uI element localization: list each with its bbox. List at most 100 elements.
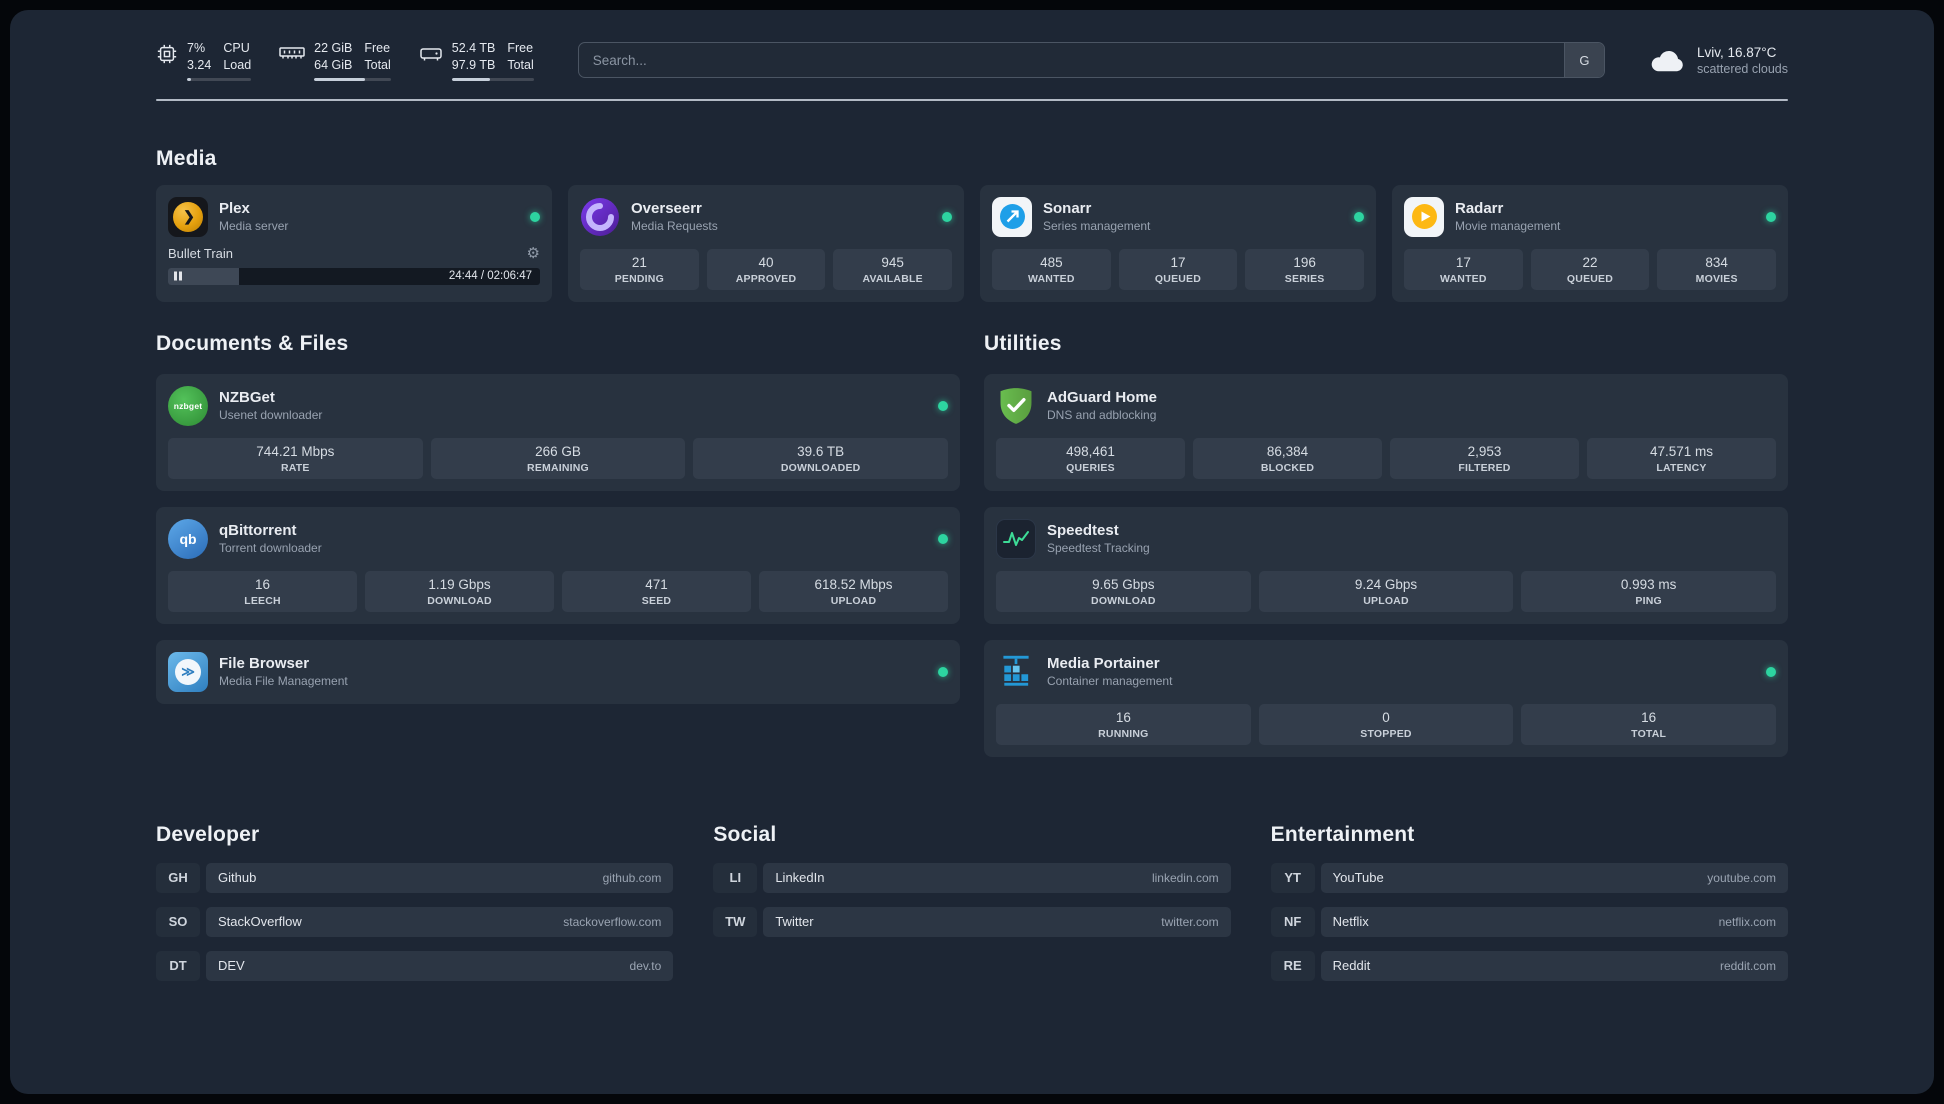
stat-value: 1.19 Gbps — [428, 576, 491, 592]
service-card-radarr[interactable]: Radarr Movie management 17 WANTED 22 QUE… — [1392, 184, 1788, 302]
cpu-label: CPU — [223, 41, 250, 55]
bookmark-dev[interactable]: DT DEV dev.to — [156, 950, 674, 981]
stat-tile: 498,461 QUERIES — [996, 437, 1185, 479]
bookmark-bar: DEV dev.to — [206, 950, 674, 981]
stat-tile: 16 LEECH — [168, 570, 357, 612]
pause-icon[interactable] — [174, 271, 182, 281]
disk-widget: 52.4 TB 97.9 TB Free Total — [419, 40, 534, 81]
memory-free: 22 GiB — [314, 41, 353, 55]
bookmark-bar: Github github.com — [206, 862, 674, 893]
stat-label: QUEUED — [1154, 272, 1202, 285]
service-card-filebrowser[interactable]: ≫ File Browser Media File Management — [156, 639, 960, 704]
now-playing-title: Bullet Train — [168, 245, 234, 261]
stat-tile: 16 RUNNING — [996, 703, 1251, 745]
portainer-stats: 16 RUNNING 0 STOPPED 16 TOTAL — [996, 703, 1776, 745]
disk-total-label: Total — [507, 57, 534, 72]
bookmark-stackoverflow[interactable]: SO StackOverflow stackoverflow.com — [156, 906, 674, 937]
stat-tile: 17 WANTED — [1404, 248, 1523, 290]
portainer-header: Media Portainer Container management — [996, 652, 1776, 692]
service-card-qbittorrent[interactable]: qb qBittorrent Torrent downloader 16 LEE… — [156, 506, 960, 624]
stat-label: DOWNLOAD — [427, 594, 492, 607]
bookmark-abbr: YT — [1270, 862, 1315, 893]
cloud-icon — [1649, 47, 1685, 73]
bookmark-domain: netflix.com — [1718, 914, 1776, 929]
bookmarks-developer: Developer GH Github github.com SO StackO… — [156, 822, 674, 981]
bookmark-bar: YouTube youtube.com — [1320, 862, 1788, 893]
stat-label: DOWNLOADED — [780, 461, 861, 474]
search-bar: G — [577, 42, 1605, 79]
cpu-progress-bar — [187, 77, 252, 81]
gear-icon[interactable]: ⚙ — [527, 246, 540, 261]
section-title-developer: Developer — [156, 822, 260, 846]
status-dot — [1354, 211, 1364, 222]
utilities-column: Utilities AdGuard Home DNS and adblockin… — [984, 332, 1788, 757]
service-card-speedtest[interactable]: Speedtest Speedtest Tracking 9.65 Gbps D… — [984, 506, 1788, 624]
memory-labels: Free Total — [364, 40, 390, 74]
bookmark-bar: StackOverflow stackoverflow.com — [206, 906, 674, 937]
service-card-portainer[interactable]: Media Portainer Container management 16 … — [984, 639, 1788, 757]
bookmark-domain: reddit.com — [1719, 958, 1776, 973]
stat-value: 498,461 — [1066, 443, 1115, 459]
bookmark-netflix[interactable]: NF Netflix netflix.com — [1270, 906, 1788, 937]
stat-label: LEECH — [244, 594, 281, 607]
sonarr-meta: Sonarr Series management — [1043, 200, 1150, 233]
stat-label: RATE — [281, 461, 310, 474]
topbar: 7% 3.24 CPU Load 22 GiB 64 GiB Free Tota… — [156, 40, 1788, 81]
service-card-nzbget[interactable]: nzbget NZBGet Usenet downloader 744.21 M… — [156, 373, 960, 491]
bookmark-abbr: SO — [156, 906, 200, 937]
bookmark-name: StackOverflow — [218, 914, 302, 930]
bookmark-name: Twitter — [775, 914, 814, 930]
stat-label: STOPPED — [1360, 727, 1412, 740]
bookmark-linkedin[interactable]: LI LinkedIn linkedin.com — [713, 862, 1231, 893]
qbittorrent-stats: 16 LEECH 1.19 Gbps DOWNLOAD 471 SEED 618… — [168, 570, 948, 612]
search-input[interactable] — [578, 43, 1564, 78]
service-name: Radarr — [1455, 200, 1504, 218]
service-name: NZBGet — [219, 389, 275, 407]
bookmark-bar: Twitter twitter.com — [763, 906, 1231, 937]
weather-text: Lviv, 16.87°C scattered clouds — [1697, 45, 1788, 76]
qbittorrent-meta: qBittorrent Torrent downloader — [219, 522, 322, 555]
bookmark-github[interactable]: GH Github github.com — [156, 862, 674, 893]
stat-tile: 744.21 Mbps RATE — [168, 437, 423, 479]
search-engine-button[interactable]: G — [1563, 43, 1604, 78]
stat-value: 9.24 Gbps — [1354, 576, 1418, 592]
memory-free-label: Free — [364, 41, 391, 55]
portainer-crane-icon — [996, 652, 1036, 692]
stat-label: FILTERED — [1458, 461, 1511, 474]
disk-total: 97.9 TB — [451, 57, 496, 72]
weather-location: Lviv, 16.87°C — [1696, 44, 1777, 60]
resource-widgets: 7% 3.24 CPU Load 22 GiB 64 GiB Free Tota… — [156, 40, 534, 81]
service-card-plex[interactable]: ❯ Plex Media server Bullet Train ⚙ 24:44… — [156, 184, 552, 302]
cpu-load: 3.24 — [187, 57, 212, 72]
bookmark-abbr: TW — [713, 906, 758, 937]
service-subtitle: Usenet downloader — [219, 408, 323, 423]
stat-label: SEED — [641, 594, 672, 607]
service-card-sonarr[interactable]: Sonarr Series management 485 WANTED 17 Q… — [980, 184, 1376, 302]
status-dot — [1766, 666, 1776, 677]
service-subtitle: Torrent downloader — [219, 541, 322, 556]
stat-label: BLOCKED — [1260, 461, 1315, 474]
stat-tile: 196 SERIES — [1245, 248, 1364, 290]
overseerr-icon — [580, 197, 620, 237]
stat-tile: 16 TOTAL — [1521, 703, 1776, 745]
bookmark-twitter[interactable]: TW Twitter twitter.com — [713, 906, 1231, 937]
playback-time: 24:44 / 02:06:47 — [448, 270, 532, 283]
disk-values: 52.4 TB 97.9 TB — [452, 40, 496, 74]
playback-progress-bar[interactable]: 24:44 / 02:06:47 — [168, 267, 540, 285]
stat-tile: 47.571 ms LATENCY — [1587, 437, 1776, 479]
stat-label: RUNNING — [1098, 727, 1149, 740]
section-title-utilities: Utilities — [984, 331, 1062, 355]
nzbget-icon: nzbget — [168, 385, 208, 426]
service-card-adguard[interactable]: AdGuard Home DNS and adblocking 498,461 … — [984, 373, 1788, 491]
bookmark-youtube[interactable]: YT YouTube youtube.com — [1270, 862, 1788, 893]
stat-label: WANTED — [1439, 272, 1487, 285]
cpu-stats: 7% 3.24 CPU Load — [187, 40, 252, 81]
stat-tile: 266 GB REMAINING — [430, 437, 686, 479]
sonarr-stats: 485 WANTED 17 QUEUED 196 SERIES — [992, 248, 1364, 290]
entertainment-list: YT YouTube youtube.com NF Netflix netfli… — [1270, 862, 1788, 981]
cpu-chip-icon — [156, 43, 178, 65]
service-name: AdGuard Home — [1047, 389, 1158, 407]
service-card-overseerr[interactable]: Overseerr Media Requests 21 PENDING 40 A… — [568, 184, 964, 302]
bookmark-abbr: NF — [1270, 906, 1315, 937]
bookmark-reddit[interactable]: RE Reddit reddit.com — [1270, 950, 1788, 981]
